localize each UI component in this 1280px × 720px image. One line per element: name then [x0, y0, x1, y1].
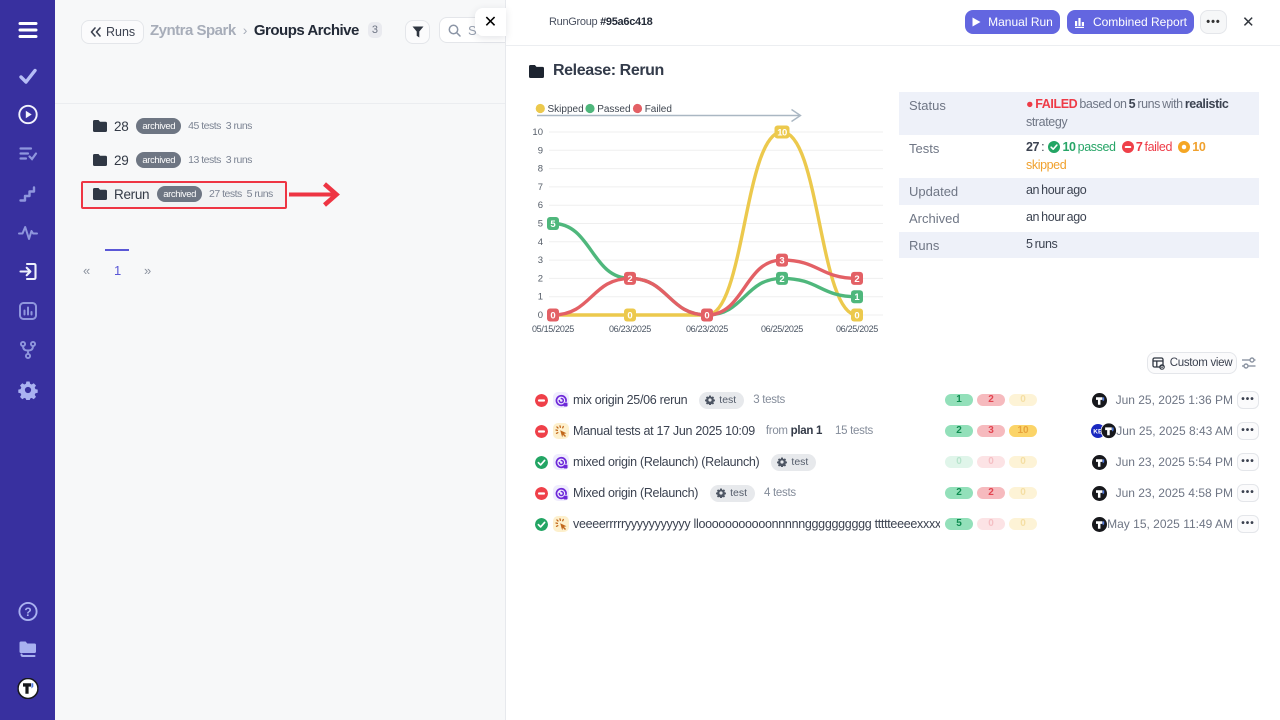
svg-text:10: 10: [777, 128, 787, 139]
svg-text:Passed: Passed: [597, 104, 630, 115]
svg-text:0: 0: [704, 311, 709, 322]
svg-text:0: 0: [538, 310, 543, 321]
svg-text:6: 6: [538, 200, 543, 211]
svg-text:3: 3: [538, 255, 543, 266]
svg-text:5: 5: [538, 219, 543, 230]
svg-text:2: 2: [854, 274, 859, 285]
svg-text:10: 10: [532, 127, 543, 138]
svg-text:7: 7: [538, 182, 543, 193]
svg-text:9: 9: [538, 145, 543, 156]
svg-text:8: 8: [538, 164, 543, 175]
svg-text:5: 5: [550, 219, 556, 230]
svg-text:06/25/2025: 06/25/2025: [761, 324, 803, 334]
svg-text:4: 4: [538, 237, 543, 248]
svg-text:1: 1: [854, 292, 860, 303]
svg-text:2: 2: [627, 274, 632, 285]
svg-text:3: 3: [779, 256, 784, 267]
svg-text:05/15/2025: 05/15/2025: [532, 324, 574, 334]
svg-text:Skipped: Skipped: [548, 104, 584, 115]
svg-text:0: 0: [854, 311, 859, 322]
svg-text:Failed: Failed: [645, 104, 672, 115]
svg-text:0: 0: [627, 311, 632, 322]
svg-text:2: 2: [779, 274, 784, 285]
svg-text:0: 0: [550, 311, 555, 322]
svg-text:06/23/2025: 06/23/2025: [609, 324, 651, 334]
svg-text:2: 2: [538, 273, 543, 284]
svg-text:06/23/2025: 06/23/2025: [686, 324, 728, 334]
svg-text:?: ?: [24, 605, 31, 619]
svg-text:06/25/2025: 06/25/2025: [836, 324, 878, 334]
svg-text:1: 1: [538, 292, 543, 303]
